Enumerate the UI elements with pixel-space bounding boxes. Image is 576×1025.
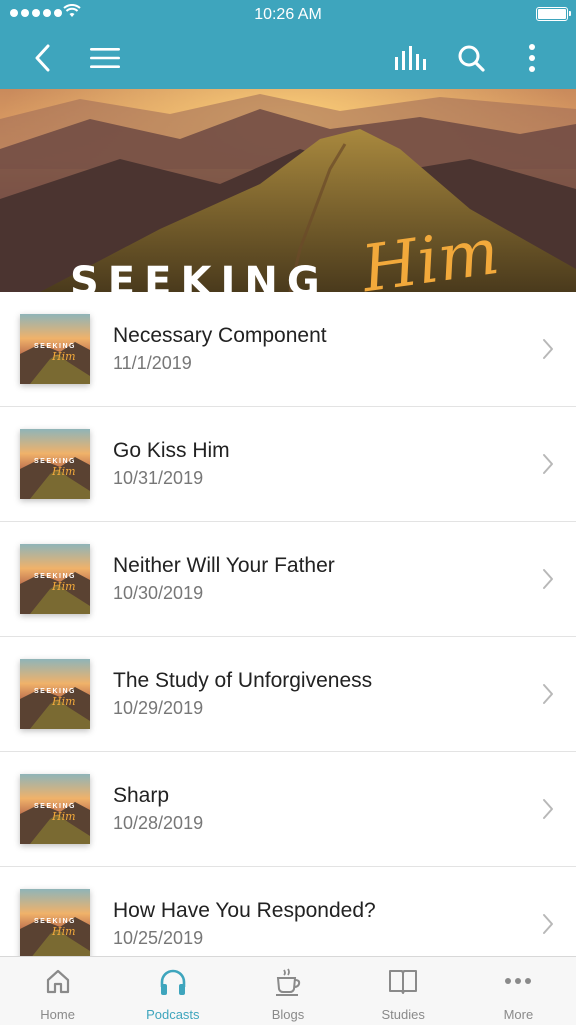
episode-thumbnail: SEEKING Him: [20, 544, 90, 614]
more-horizontal-icon: [503, 967, 533, 1000]
episode-date: 10/25/2019: [113, 928, 204, 948]
episode-thumbnail: SEEKING Him: [20, 314, 90, 384]
chevron-left-icon: [35, 44, 50, 72]
episode-row[interactable]: SEEKING Him Neither Will Your Father 10/…: [0, 522, 576, 637]
thumbnail-title-script: Him: [52, 925, 76, 938]
episode-row[interactable]: SEEKING Him Sharp 10/28/2019: [0, 752, 576, 867]
thumbnail-title-script: Him: [52, 810, 76, 823]
tab-bar: Home Podcasts Blogs Studies More: [0, 956, 576, 1025]
search-icon: [458, 45, 485, 72]
thumbnail-title-script: Him: [52, 350, 76, 363]
tab-label: Home: [40, 1007, 75, 1022]
audio-player-button[interactable]: [388, 36, 432, 80]
thumbnail-title-script: Him: [52, 580, 76, 593]
hamburger-icon: [90, 48, 120, 68]
back-button[interactable]: [20, 36, 64, 80]
chevron-right-icon: [543, 454, 553, 474]
episode-title: Necessary Component: [113, 324, 327, 347]
episode-title: Neither Will Your Father: [113, 554, 335, 577]
episode-title: Go Kiss Him: [113, 439, 230, 462]
chevron-right-icon: [543, 799, 553, 819]
tab-studies[interactable]: Studies: [346, 957, 461, 1025]
episode-date: 10/29/2019: [113, 698, 204, 718]
more-options-button[interactable]: [510, 36, 554, 80]
episode-title: Sharp: [113, 784, 170, 807]
menu-button[interactable]: [83, 36, 127, 80]
thumbnail-title-word: SEEKING: [33, 918, 76, 925]
thumbnail-title-word: SEEKING: [33, 803, 76, 810]
chevron-right-icon: [543, 684, 553, 704]
search-button[interactable]: [449, 36, 493, 80]
episode-row[interactable]: SEEKING Him The Study of Unforgiveness 1…: [0, 637, 576, 752]
episode-date: 11/1/2019: [113, 353, 192, 373]
episode-thumbnail: SEEKING Him: [20, 889, 90, 956]
thumbnail-title-word: SEEKING: [33, 343, 76, 350]
tab-podcasts[interactable]: Podcasts: [115, 957, 230, 1025]
episode-date: 10/30/2019: [113, 583, 204, 603]
headphones-icon: [158, 967, 188, 1002]
hero-title-word: SEEKING: [70, 259, 329, 292]
tab-more[interactable]: More: [461, 957, 576, 1025]
equalizer-icon: [395, 46, 426, 70]
tab-label: Blogs: [271, 1007, 305, 1022]
thumbnail-title-script: Him: [52, 695, 76, 708]
book-icon: [388, 967, 418, 1000]
thumbnail-title-word: SEEKING: [33, 573, 76, 580]
episode-row[interactable]: SEEKING Him Necessary Component 11/1/201…: [0, 292, 576, 407]
episode-thumbnail: SEEKING Him: [20, 659, 90, 729]
top-bar: 10:26 AM: [0, 0, 576, 89]
tab-label: More: [503, 1007, 534, 1022]
tab-label: Podcasts: [146, 1007, 200, 1022]
episode-list: SEEKING Him Necessary Component 11/1/201…: [0, 292, 576, 956]
episode-row[interactable]: SEEKING Him Go Kiss Him 10/31/2019: [0, 407, 576, 522]
thumbnail-title-word: SEEKING: [33, 458, 76, 465]
status-time: 10:26 AM: [254, 6, 322, 23]
chevron-right-icon: [543, 914, 553, 934]
episode-row[interactable]: SEEKING Him How Have You Responded? 10/2…: [0, 867, 576, 956]
episode-date: 10/28/2019: [113, 813, 204, 833]
thumbnail-title-word: SEEKING: [33, 688, 76, 695]
tab-home[interactable]: Home: [0, 957, 115, 1025]
episode-date: 10/31/2019: [113, 468, 204, 488]
battery-icon: [536, 7, 571, 21]
chevron-right-icon: [543, 569, 553, 589]
more-vertical-icon: [529, 44, 535, 72]
tab-blogs[interactable]: Blogs: [230, 957, 345, 1025]
tab-label: Studies: [381, 1007, 425, 1022]
thumbnail-title-script: Him: [52, 465, 76, 478]
coffee-cup-icon: [273, 967, 303, 1002]
episode-thumbnail: SEEKING Him: [20, 429, 90, 499]
status-bar: 10:26 AM: [0, 0, 576, 30]
episode-title: How Have You Responded?: [113, 899, 376, 922]
episode-title: The Study of Unforgiveness: [113, 669, 373, 692]
podcast-hero-banner: SEEKING Him: [0, 89, 576, 292]
chevron-right-icon: [543, 339, 553, 359]
episode-thumbnail: SEEKING Him: [20, 774, 90, 844]
home-icon: [44, 967, 72, 1000]
